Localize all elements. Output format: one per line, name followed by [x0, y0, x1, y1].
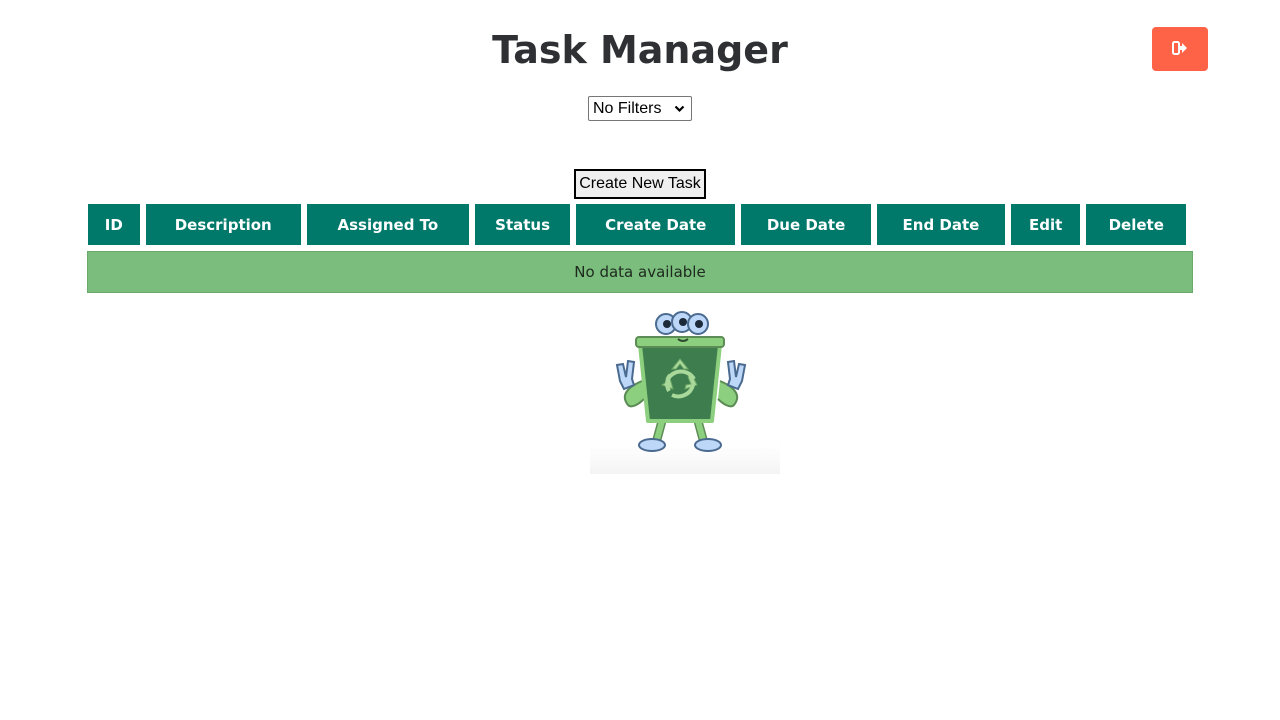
column-header-edit: Edit	[1010, 204, 1081, 245]
page-title: Task Manager	[492, 28, 788, 72]
column-header-description: Description	[145, 204, 301, 245]
logout-button[interactable]	[1152, 27, 1208, 71]
chevron-down-icon	[674, 100, 685, 118]
task-manager-page: Task Manager No Filters Create New Task …	[0, 0, 1280, 720]
column-header-id: ID	[88, 204, 140, 245]
filter-select[interactable]: No Filters	[588, 96, 692, 121]
task-table: ID Description Assigned To Status Create…	[82, 202, 1192, 247]
empty-table-message: No data available	[87, 251, 1193, 293]
filter-select-value: No Filters	[593, 99, 662, 117]
column-header-end-date: End Date	[877, 204, 1005, 245]
column-header-create-date: Create Date	[576, 204, 736, 245]
column-header-assigned-to: Assigned To	[306, 204, 469, 245]
recycle-bin-mascot-icon	[590, 303, 780, 474]
sign-out-icon	[1172, 40, 1188, 58]
table-header-row: ID Description Assigned To Status Create…	[88, 204, 1186, 245]
column-header-status: Status	[474, 204, 571, 245]
column-header-delete: Delete	[1086, 204, 1186, 245]
create-task-button[interactable]: Create New Task	[574, 169, 706, 199]
column-header-due-date: Due Date	[741, 204, 871, 245]
